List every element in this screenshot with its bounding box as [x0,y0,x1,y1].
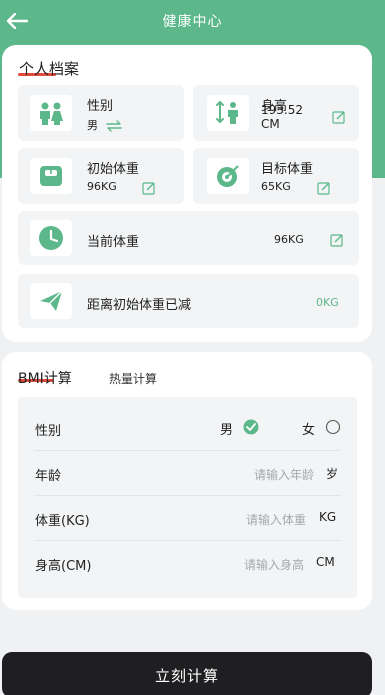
edit-icon[interactable] [142,180,156,195]
height-input[interactable]: 请输入身高 [198,556,304,573]
weight-lost-label: 距离初始体重已减 [87,298,192,313]
calculate-button[interactable]: 立刻计算 [2,652,372,695]
gender-field-label: 性别 [35,424,62,439]
height-field-label: 身高(CM) [35,559,92,574]
height-value: 193.52 [261,103,303,117]
paper-plane-icon [30,283,72,319]
male-label: 男 [220,423,234,438]
weight-field-label: 体重(KG) [35,514,90,529]
edit-icon[interactable] [317,180,331,195]
profile-title: 个人档案 [19,60,80,78]
tab-calorie[interactable]: 热量计算 [109,370,157,387]
clock-icon [30,220,72,256]
gender-value: 男 [87,119,98,132]
tab-bmi[interactable]: BMI计算 [18,368,72,388]
gender-male-option[interactable]: 男 [220,419,262,439]
page-title: 健康中心 [162,14,223,30]
current-weight-tile[interactable]: 当前体重 96KG [18,211,359,265]
radio-empty-icon [325,419,341,439]
initial-weight-value: 96KG [87,180,117,193]
people-icon [30,95,72,131]
height-unit: CM [261,117,280,131]
age-field-label: 年龄 [35,469,62,484]
profile-card: 个人档案 性别 男 身高 193.52 CM 初始体重 96KG 目标体重 65… [2,45,372,342]
height-tile[interactable]: 身高 193.52 CM [193,85,359,141]
initial-weight-label: 初始体重 [87,162,140,177]
weight-lost-value: 0KG [316,296,339,309]
weight-unit: KG [319,510,337,524]
age-input[interactable]: 请输入年龄 [208,466,314,483]
edit-icon[interactable] [330,232,344,247]
swap-icon[interactable] [106,117,122,132]
height-row: 身高(CM) 请输入身高 CM [18,541,357,586]
gender-label: 性别 [87,99,114,114]
target-weight-label: 目标体重 [261,162,314,177]
female-label: 女 [302,423,316,438]
height-unit: CM [316,555,335,569]
back-arrow-icon[interactable] [4,8,30,34]
top-bar: 健康中心 [0,0,385,42]
gender-female-option[interactable]: 女 [302,419,344,439]
bmi-form: 性别 男 女 年龄 请输入年龄 岁 体重(KG) 请输入体重 KG 身高(CM)… [18,397,357,598]
height-icon [207,95,249,131]
weight-row: 体重(KG) 请输入体重 KG [18,496,357,541]
age-unit: 岁 [326,467,339,481]
gender-row: 性别 男 女 [18,406,357,451]
age-row: 年龄 请输入年龄 岁 [18,451,357,496]
weight-lost-tile: 距离初始体重已减 0KG [18,274,359,328]
target-icon [207,158,249,194]
target-weight-value: 65KG [261,180,291,193]
check-icon [243,419,259,439]
gender-tile[interactable]: 性别 男 [18,85,184,141]
weight-input[interactable]: 请输入体重 [208,511,306,528]
initial-weight-tile[interactable]: 初始体重 96KG [18,148,184,204]
current-weight-label: 当前体重 [87,235,140,250]
target-weight-tile[interactable]: 目标体重 65KG [193,148,359,204]
current-weight-value: 96KG [274,233,304,246]
scale-icon [30,158,72,194]
edit-icon[interactable] [332,109,346,124]
